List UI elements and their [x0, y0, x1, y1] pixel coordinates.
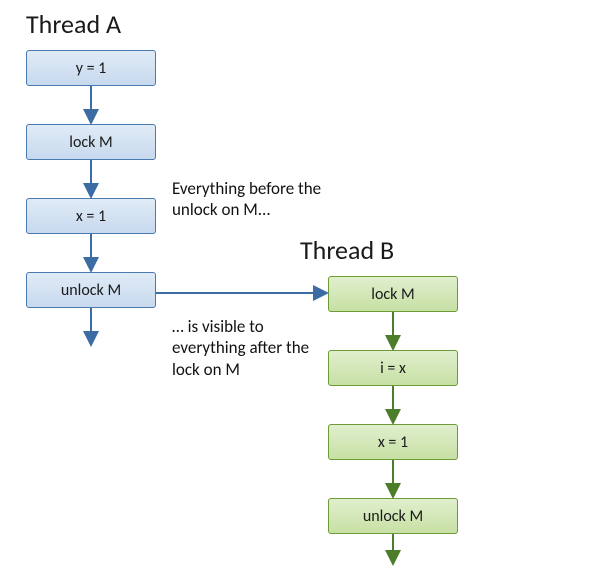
thread-a-step-2: lock M — [26, 124, 156, 160]
thread-b-step-3: x = 1 — [328, 424, 458, 460]
thread-a-step-4: unlock M — [26, 272, 156, 308]
note-after-lock: … is visible to everything after the loc… — [172, 316, 322, 380]
thread-b-step-4: unlock M — [328, 498, 458, 534]
thread-a-title: Thread A — [26, 8, 121, 40]
thread-a-step-3: x = 1 — [26, 198, 156, 234]
thread-b-step-2: i = x — [328, 350, 458, 386]
thread-a-step-1: y = 1 — [26, 50, 156, 86]
thread-b-step-1: lock M — [328, 276, 458, 312]
thread-b-title: Thread B — [300, 234, 394, 266]
note-before-unlock: Everything before the unlock on M... — [172, 178, 322, 221]
